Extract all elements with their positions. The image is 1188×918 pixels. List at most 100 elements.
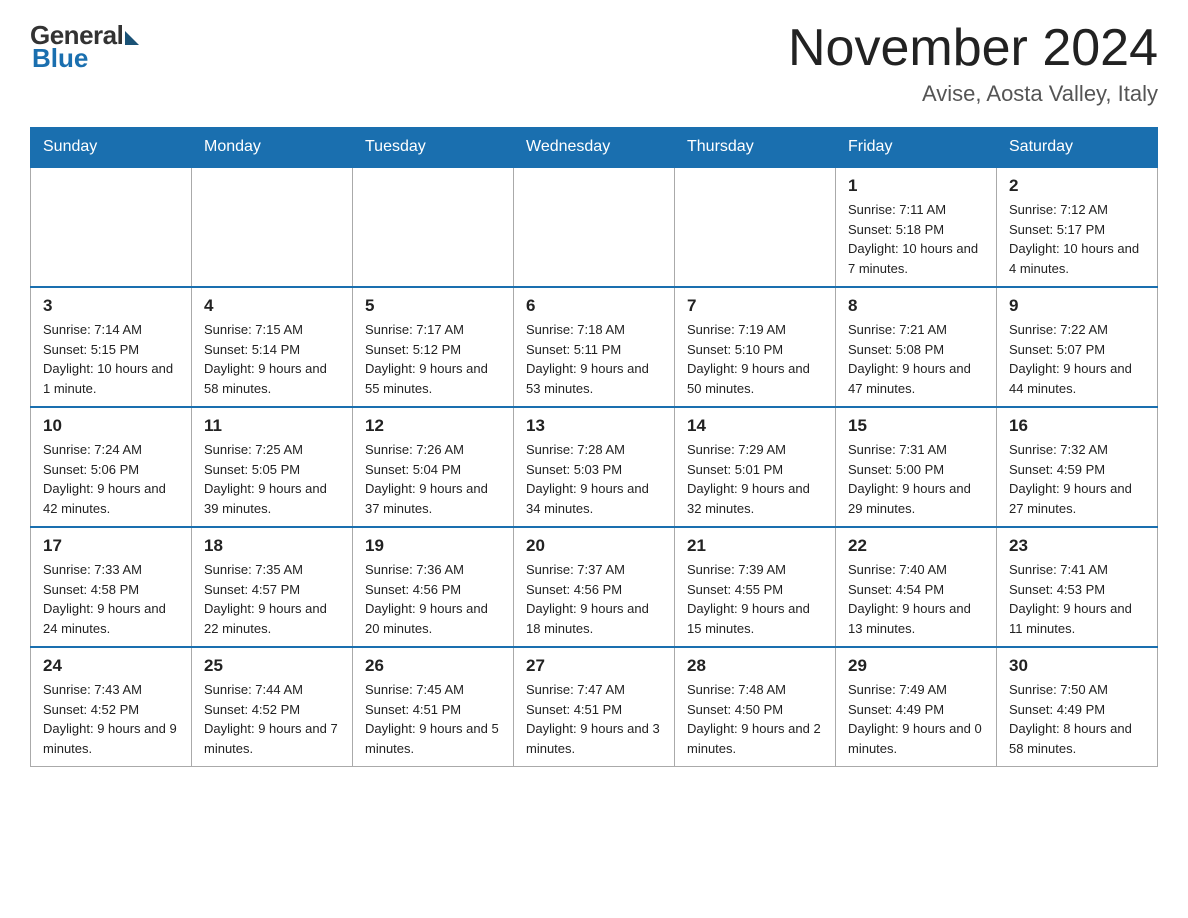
calendar-week-2: 3 Sunrise: 7:14 AMSunset: 5:15 PMDaylight… xyxy=(31,287,1158,407)
day-info: Sunrise: 7:12 AMSunset: 5:17 PMDaylight:… xyxy=(1009,200,1145,278)
day-number: 21 xyxy=(687,536,823,556)
day-number: 4 xyxy=(204,296,340,316)
calendar-cell: 4 Sunrise: 7:15 AMSunset: 5:14 PMDaylight… xyxy=(192,287,353,407)
day-info: Sunrise: 7:25 AMSunset: 5:05 PMDaylight:… xyxy=(204,440,340,518)
column-header-sunday: Sunday xyxy=(31,128,192,168)
day-number: 27 xyxy=(526,656,662,676)
day-info: Sunrise: 7:26 AMSunset: 5:04 PMDaylight:… xyxy=(365,440,501,518)
column-header-wednesday: Wednesday xyxy=(514,128,675,168)
day-info: Sunrise: 7:32 AMSunset: 4:59 PMDaylight:… xyxy=(1009,440,1145,518)
calendar-cell: 30 Sunrise: 7:50 AMSunset: 4:49 PMDayligh… xyxy=(997,647,1158,767)
day-number: 9 xyxy=(1009,296,1145,316)
day-info: Sunrise: 7:41 AMSunset: 4:53 PMDaylight:… xyxy=(1009,560,1145,638)
calendar-cell: 1Sunrise: 7:11 AMSunset: 5:18 PMDaylight… xyxy=(836,167,997,287)
calendar-cell: 18 Sunrise: 7:35 AMSunset: 4:57 PMDayligh… xyxy=(192,527,353,647)
title-area: November 2024 Avise, Aosta Valley, Italy xyxy=(788,20,1158,107)
day-number: 10 xyxy=(43,416,179,436)
calendar-cell: 24Sunrise: 7:43 AMSunset: 4:52 PMDayligh… xyxy=(31,647,192,767)
calendar-cell: 21 Sunrise: 7:39 AMSunset: 4:55 PMDayligh… xyxy=(675,527,836,647)
calendar-cell: 17Sunrise: 7:33 AMSunset: 4:58 PMDayligh… xyxy=(31,527,192,647)
day-info: Sunrise: 7:47 AMSunset: 4:51 PMDaylight:… xyxy=(526,680,662,758)
day-number: 11 xyxy=(204,416,340,436)
day-info: Sunrise: 7:24 AMSunset: 5:06 PMDaylight:… xyxy=(43,440,179,518)
logo-arrow-icon xyxy=(125,31,139,45)
calendar-cell: 2 Sunrise: 7:12 AMSunset: 5:17 PMDaylight… xyxy=(997,167,1158,287)
day-info: Sunrise: 7:29 AMSunset: 5:01 PMDaylight:… xyxy=(687,440,823,518)
logo: General Blue xyxy=(30,20,139,74)
day-info: Sunrise: 7:21 AMSunset: 5:08 PMDaylight:… xyxy=(848,320,984,398)
day-info: Sunrise: 7:11 AMSunset: 5:18 PMDaylight:… xyxy=(848,200,984,278)
day-info: Sunrise: 7:17 AMSunset: 5:12 PMDaylight:… xyxy=(365,320,501,398)
day-number: 6 xyxy=(526,296,662,316)
calendar-cell: 26 Sunrise: 7:45 AMSunset: 4:51 PMDayligh… xyxy=(353,647,514,767)
calendar-cell: 13 Sunrise: 7:28 AMSunset: 5:03 PMDayligh… xyxy=(514,407,675,527)
calendar-cell: 29 Sunrise: 7:49 AMSunset: 4:49 PMDayligh… xyxy=(836,647,997,767)
day-info: Sunrise: 7:50 AMSunset: 4:49 PMDaylight:… xyxy=(1009,680,1145,758)
page-header: General Blue November 2024 Avise, Aosta … xyxy=(30,20,1158,107)
day-number: 20 xyxy=(526,536,662,556)
calendar-cell: 14Sunrise: 7:29 AMSunset: 5:01 PMDayligh… xyxy=(675,407,836,527)
day-number: 15 xyxy=(848,416,984,436)
day-info: Sunrise: 7:36 AMSunset: 4:56 PMDaylight:… xyxy=(365,560,501,638)
day-number: 7 xyxy=(687,296,823,316)
column-header-thursday: Thursday xyxy=(675,128,836,168)
calendar-cell: 3 Sunrise: 7:14 AMSunset: 5:15 PMDaylight… xyxy=(31,287,192,407)
column-header-friday: Friday xyxy=(836,128,997,168)
day-number: 25 xyxy=(204,656,340,676)
calendar-week-3: 10 Sunrise: 7:24 AMSunset: 5:06 PMDayligh… xyxy=(31,407,1158,527)
day-info: Sunrise: 7:33 AMSunset: 4:58 PMDaylight:… xyxy=(43,560,179,638)
day-number: 3 xyxy=(43,296,179,316)
calendar-cell: 7Sunrise: 7:19 AMSunset: 5:10 PMDaylight… xyxy=(675,287,836,407)
calendar-week-5: 24Sunrise: 7:43 AMSunset: 4:52 PMDayligh… xyxy=(31,647,1158,767)
calendar-cell xyxy=(353,167,514,287)
calendar-cell: 23 Sunrise: 7:41 AMSunset: 4:53 PMDayligh… xyxy=(997,527,1158,647)
calendar-cell: 5 Sunrise: 7:17 AMSunset: 5:12 PMDaylight… xyxy=(353,287,514,407)
day-info: Sunrise: 7:15 AMSunset: 5:14 PMDaylight:… xyxy=(204,320,340,398)
calendar-cell: 27 Sunrise: 7:47 AMSunset: 4:51 PMDayligh… xyxy=(514,647,675,767)
calendar-cell: 12Sunrise: 7:26 AMSunset: 5:04 PMDayligh… xyxy=(353,407,514,527)
month-title: November 2024 xyxy=(788,20,1158,77)
day-number: 18 xyxy=(204,536,340,556)
day-info: Sunrise: 7:37 AMSunset: 4:56 PMDaylight:… xyxy=(526,560,662,638)
calendar-cell: 25 Sunrise: 7:44 AMSunset: 4:52 PMDayligh… xyxy=(192,647,353,767)
day-number: 8 xyxy=(848,296,984,316)
day-info: Sunrise: 7:28 AMSunset: 5:03 PMDaylight:… xyxy=(526,440,662,518)
day-info: Sunrise: 7:45 AMSunset: 4:51 PMDaylight:… xyxy=(365,680,501,758)
column-header-tuesday: Tuesday xyxy=(353,128,514,168)
calendar-cell: 20 Sunrise: 7:37 AMSunset: 4:56 PMDayligh… xyxy=(514,527,675,647)
column-header-monday: Monday xyxy=(192,128,353,168)
day-number: 13 xyxy=(526,416,662,436)
day-number: 24 xyxy=(43,656,179,676)
calendar-cell: 8 Sunrise: 7:21 AMSunset: 5:08 PMDaylight… xyxy=(836,287,997,407)
calendar-cell: 6 Sunrise: 7:18 AMSunset: 5:11 PMDaylight… xyxy=(514,287,675,407)
day-info: Sunrise: 7:44 AMSunset: 4:52 PMDaylight:… xyxy=(204,680,340,758)
calendar-cell: 19Sunrise: 7:36 AMSunset: 4:56 PMDayligh… xyxy=(353,527,514,647)
calendar-cell: 16Sunrise: 7:32 AMSunset: 4:59 PMDayligh… xyxy=(997,407,1158,527)
day-number: 30 xyxy=(1009,656,1145,676)
calendar-week-4: 17Sunrise: 7:33 AMSunset: 4:58 PMDayligh… xyxy=(31,527,1158,647)
day-number: 5 xyxy=(365,296,501,316)
day-number: 28 xyxy=(687,656,823,676)
day-info: Sunrise: 7:35 AMSunset: 4:57 PMDaylight:… xyxy=(204,560,340,638)
day-info: Sunrise: 7:49 AMSunset: 4:49 PMDaylight:… xyxy=(848,680,984,758)
day-info: Sunrise: 7:39 AMSunset: 4:55 PMDaylight:… xyxy=(687,560,823,638)
calendar-header-row: SundayMondayTuesdayWednesdayThursdayFrid… xyxy=(31,128,1158,168)
day-number: 26 xyxy=(365,656,501,676)
calendar-cell xyxy=(192,167,353,287)
day-number: 2 xyxy=(1009,176,1145,196)
calendar-cell xyxy=(31,167,192,287)
day-info: Sunrise: 7:14 AMSunset: 5:15 PMDaylight:… xyxy=(43,320,179,398)
day-number: 23 xyxy=(1009,536,1145,556)
calendar-cell: 28Sunrise: 7:48 AMSunset: 4:50 PMDayligh… xyxy=(675,647,836,767)
calendar-cell: 15Sunrise: 7:31 AMSunset: 5:00 PMDayligh… xyxy=(836,407,997,527)
calendar-cell: 22 Sunrise: 7:40 AMSunset: 4:54 PMDayligh… xyxy=(836,527,997,647)
day-number: 22 xyxy=(848,536,984,556)
calendar-cell xyxy=(675,167,836,287)
calendar-cell xyxy=(514,167,675,287)
day-info: Sunrise: 7:18 AMSunset: 5:11 PMDaylight:… xyxy=(526,320,662,398)
day-number: 29 xyxy=(848,656,984,676)
day-info: Sunrise: 7:22 AMSunset: 5:07 PMDaylight:… xyxy=(1009,320,1145,398)
day-info: Sunrise: 7:40 AMSunset: 4:54 PMDaylight:… xyxy=(848,560,984,638)
column-header-saturday: Saturday xyxy=(997,128,1158,168)
calendar-table: SundayMondayTuesdayWednesdayThursdayFrid… xyxy=(30,127,1158,767)
